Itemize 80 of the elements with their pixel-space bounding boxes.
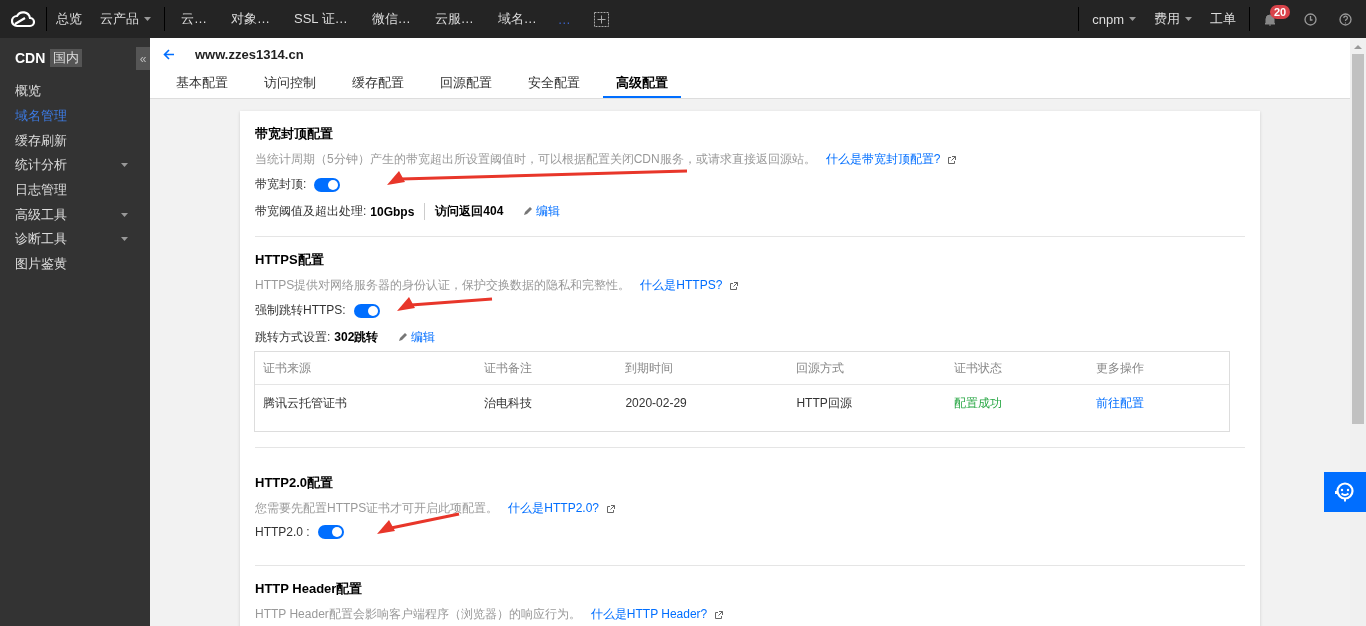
column-header: 更多操作 <box>1087 352 1229 385</box>
column-header: 证书备注 <box>476 352 618 385</box>
sidebar-item[interactable]: 概览 <box>0 79 150 104</box>
customer-support-button[interactable] <box>1324 472 1366 512</box>
toggle-switch[interactable] <box>314 177 341 192</box>
collapse-button[interactable]: « <box>136 47 150 70</box>
section-title: HTTP Header配置 <box>255 580 364 598</box>
sidebar-item[interactable]: 图片鉴黄 <box>0 251 150 277</box>
tab[interactable]: 安全配置 <box>515 71 593 98</box>
nav-link[interactable]: 云产品 <box>91 10 160 28</box>
sidebar-item[interactable]: 统计分析 <box>0 153 150 178</box>
region-tag: 国内 <box>50 49 83 67</box>
sidebar-item[interactable]: 高级工具 <box>0 202 150 228</box>
domain-title: www.zzes1314.cn <box>195 47 304 62</box>
cloud-logo-icon[interactable] <box>11 10 35 28</box>
recent-product-link[interactable]: 域名… <box>485 10 549 28</box>
table-cell: 腾讯云托管证书 <box>263 395 347 410</box>
notification-badge: 20 <box>1270 4 1291 19</box>
section-description: 您需要先配置HTTPS证书才可开启此项配置。 <box>255 500 499 517</box>
recent-product-link[interactable]: 微信… <box>359 10 423 28</box>
edit-link[interactable]: 编辑 <box>536 203 561 220</box>
recent-product-link[interactable]: 云服… <box>422 10 486 28</box>
pencil-icon <box>398 333 408 342</box>
recent-product-link[interactable]: 云… <box>169 10 219 28</box>
external-link-icon <box>607 504 616 513</box>
tab[interactable]: 访问控制 <box>251 71 329 98</box>
status-text: 配置成功 <box>954 395 1003 410</box>
sidebar-title: CDN <box>15 50 46 66</box>
column-header: 到期时间 <box>617 352 789 385</box>
bell-icon[interactable] <box>1264 12 1276 26</box>
clock-icon[interactable] <box>1304 12 1317 26</box>
column-header: 证书状态 <box>946 352 1088 385</box>
nav-link[interactable]: 总览 <box>47 10 91 28</box>
account-menu-link[interactable]: 工单 <box>1201 10 1245 28</box>
help-link[interactable]: 什么是HTTPS? <box>640 277 723 294</box>
setting-value: 302跳转 <box>333 329 380 346</box>
toggle-switch[interactable] <box>353 303 380 318</box>
help-link[interactable]: 什么是HTTP Header? <box>590 606 708 623</box>
sidebar-item[interactable]: 缓存刷新 <box>0 128 150 154</box>
pencil-icon <box>523 207 533 216</box>
tab[interactable]: 高级配置 <box>603 71 681 98</box>
tab[interactable]: 缓存配置 <box>339 71 417 98</box>
account-menu-link[interactable]: 费用 <box>1145 10 1201 28</box>
edit-link[interactable]: 编辑 <box>411 329 436 346</box>
sidebar-item[interactable]: 日志管理 <box>0 177 150 203</box>
table-cell: HTTP回源 <box>796 395 852 410</box>
account-menu-link[interactable]: cnpm <box>1083 11 1145 27</box>
section-title: HTTPS配置 <box>255 251 325 269</box>
toggle-label: 强制跳转HTTPS: <box>255 302 346 319</box>
recent-product-link[interactable]: SSL 证… <box>282 10 360 28</box>
back-arrow-icon[interactable] <box>163 49 175 60</box>
external-link-icon <box>715 610 724 619</box>
table-cell: 2020-02-29 <box>625 396 687 410</box>
setting-value: 访问返回404 <box>424 203 514 220</box>
help-icon[interactable] <box>1339 12 1352 26</box>
external-link-icon <box>948 155 957 164</box>
column-header: 证书来源 <box>255 352 476 385</box>
toggle-switch[interactable] <box>317 525 344 539</box>
help-link[interactable]: 什么是HTTP2.0? <box>508 500 600 517</box>
setting-label: 带宽阈值及超出处理: <box>255 203 367 220</box>
tab[interactable]: 基本配置 <box>163 71 241 98</box>
column-header: 回源方式 <box>788 352 947 385</box>
toggle-label: 带宽封顶: <box>255 176 307 193</box>
configure-link[interactable]: 前往配置 <box>1095 395 1144 410</box>
tab[interactable]: 回源配置 <box>427 71 505 98</box>
help-link[interactable]: 什么是带宽封顶配置? <box>825 151 941 168</box>
section-description: HTTP Header配置会影响客户端程序（浏览器）的响应行为。 <box>255 606 581 623</box>
external-link-icon <box>730 281 739 290</box>
sidebar-item[interactable]: 诊断工具 <box>0 227 150 252</box>
recent-product-link[interactable]: 对象… <box>219 10 282 28</box>
section-description: 当统计周期（5分钟）产生的带宽超出所设置阈值时，可以根据配置关闭CDN服务，或请求直接返回源站。 <box>255 151 816 168</box>
setting-value: 10Gbps <box>369 204 416 219</box>
table-cell: 治电科技 <box>484 395 532 410</box>
add-icon[interactable] <box>593 11 609 27</box>
section-description: HTTPS提供对网络服务器的身份认证，保护交换数据的隐私和完整性。 <box>255 277 631 294</box>
toggle-label: HTTP2.0 : <box>255 525 310 539</box>
setting-label: 跳转方式设置: <box>255 329 331 346</box>
section-title: 带宽封顶配置 <box>255 125 334 143</box>
section-title: HTTP2.0配置 <box>255 474 334 492</box>
scroll-up-arrow-icon[interactable] <box>1354 44 1362 50</box>
